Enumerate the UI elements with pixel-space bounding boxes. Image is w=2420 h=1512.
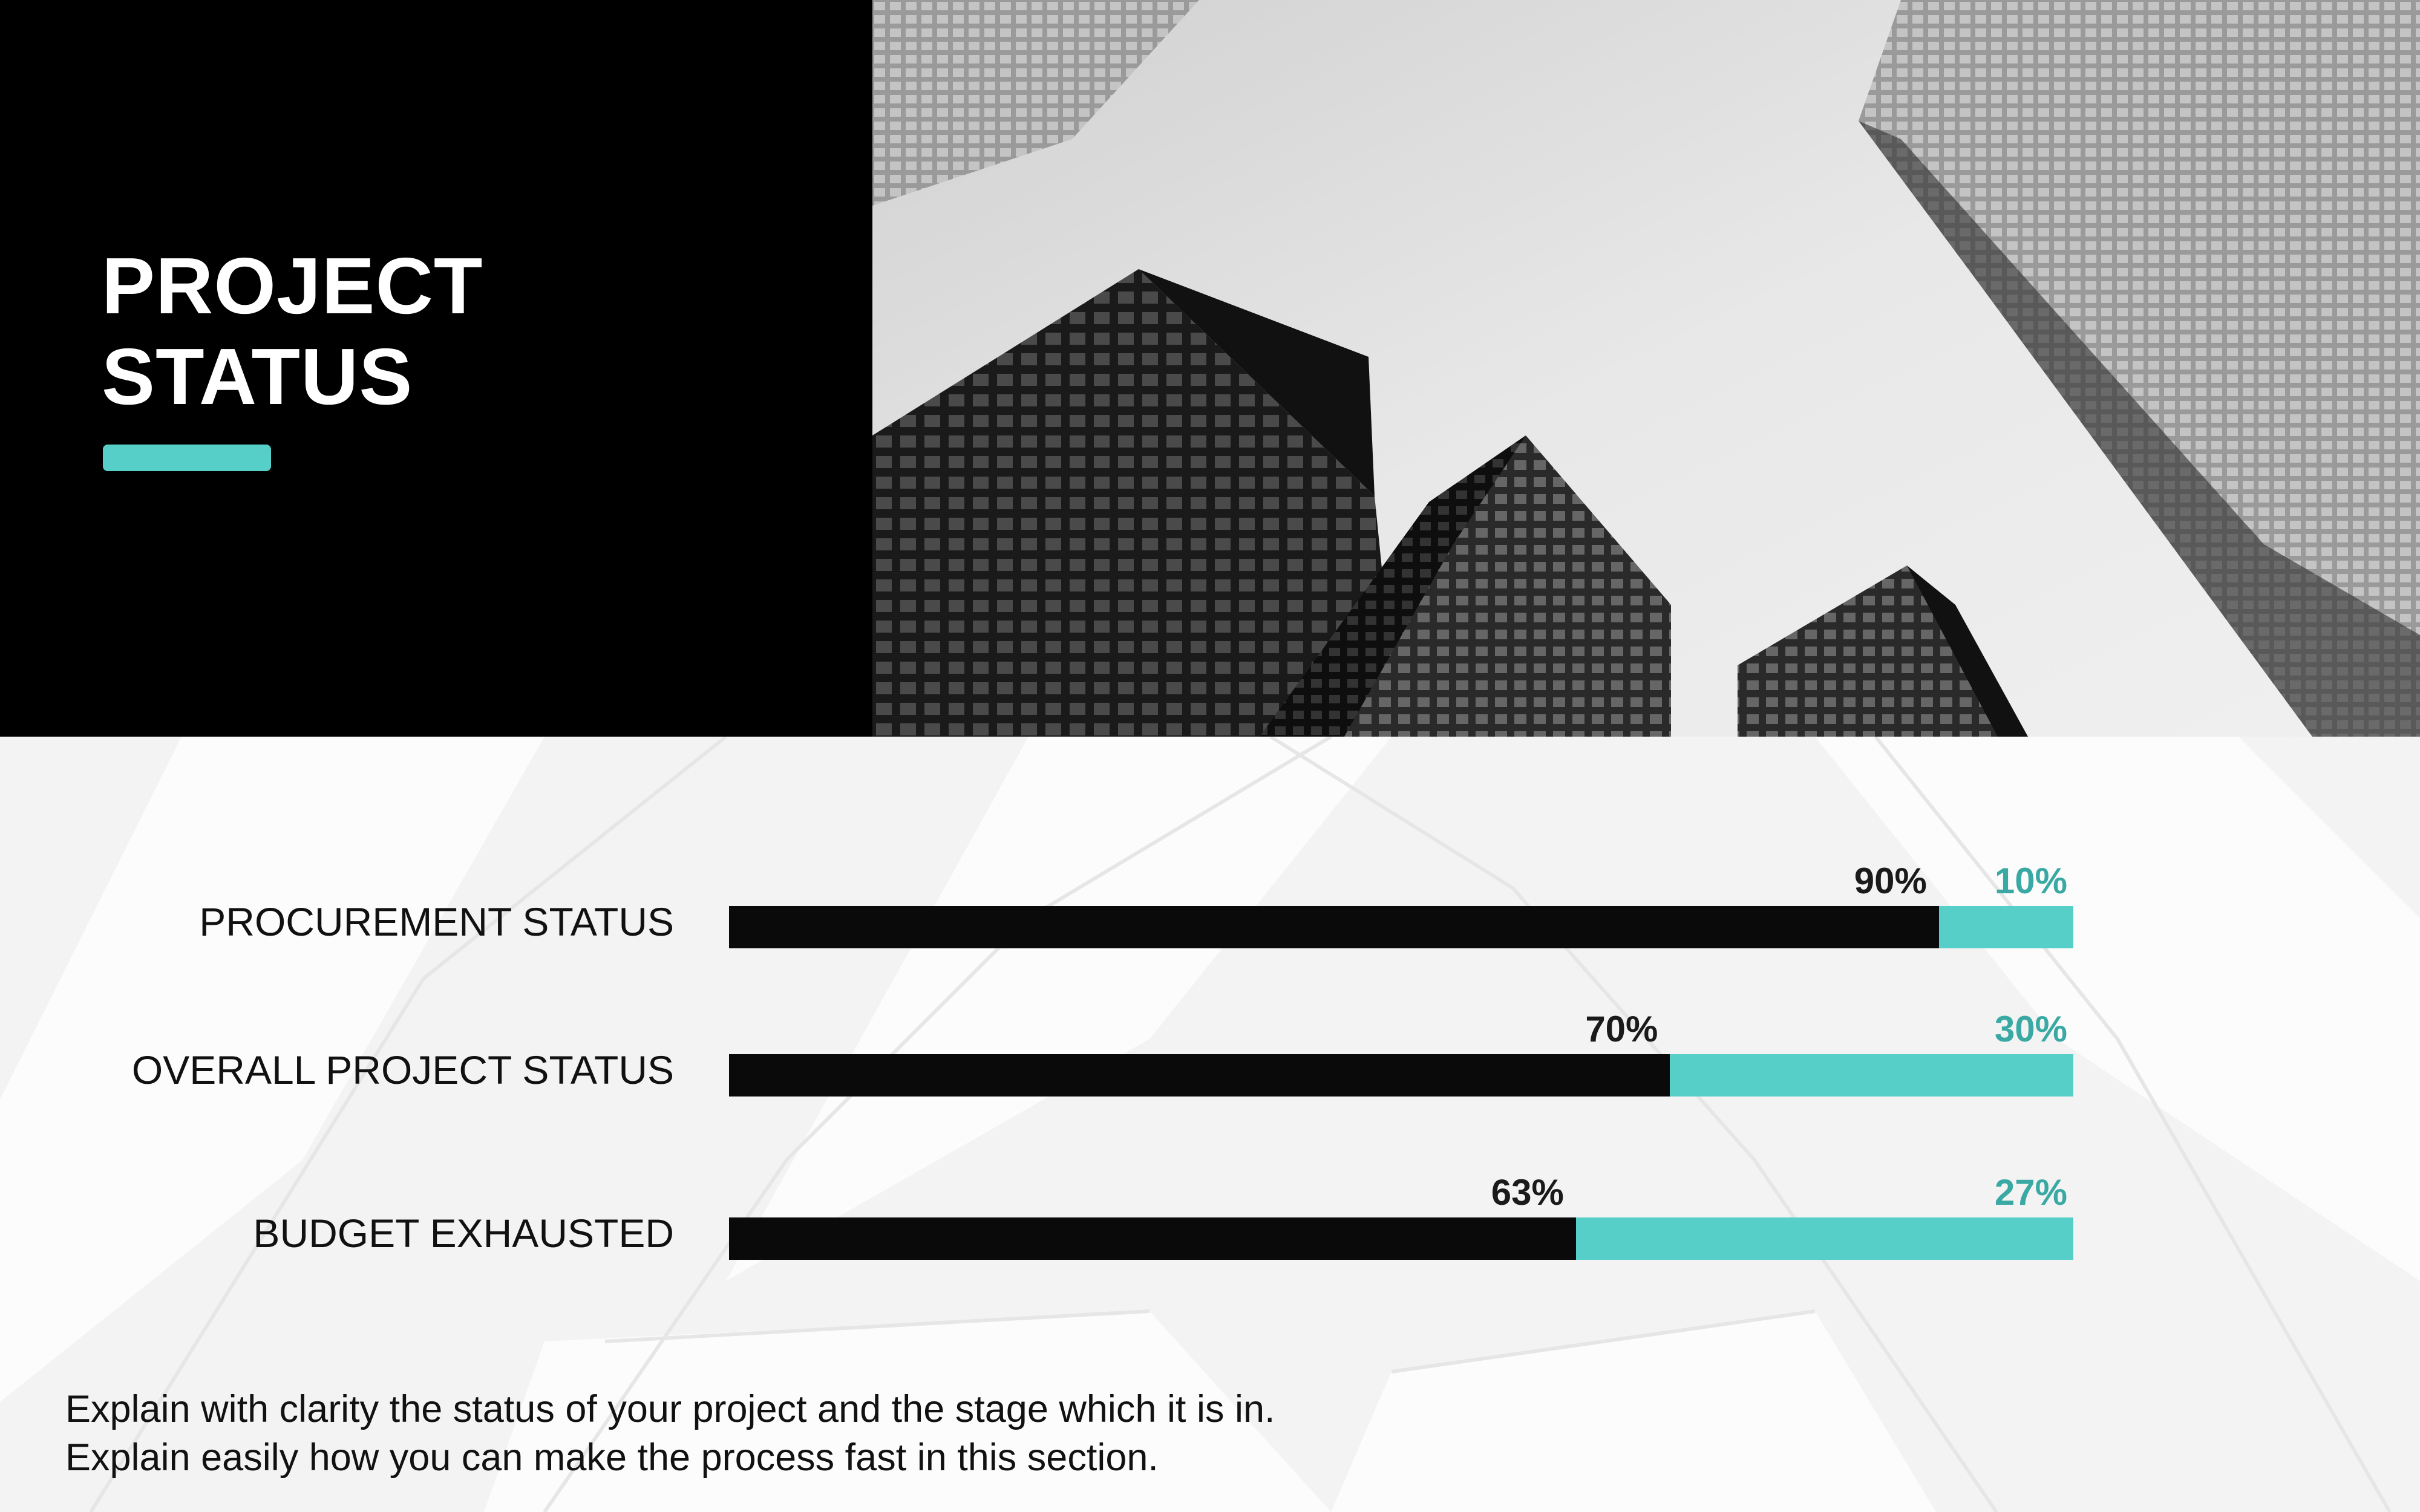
skyscraper-photo bbox=[872, 0, 2420, 737]
title-accent-bar bbox=[103, 445, 271, 471]
page-title: PROJECT STATUS bbox=[102, 241, 828, 422]
bar-segment-remaining bbox=[1670, 1054, 2073, 1097]
bar-segment-completed bbox=[729, 906, 1939, 948]
data-label-completed: 90% bbox=[1854, 861, 1927, 901]
title-panel: PROJECT STATUS bbox=[0, 0, 872, 737]
bar-segment-completed bbox=[729, 1217, 1576, 1260]
row-label: BUDGET EXHAUSTED bbox=[253, 1211, 674, 1256]
slide: PROJECT STATUS PROCUREMENT STATUS 90% 10… bbox=[0, 0, 2420, 1512]
data-label-remaining: 27% bbox=[1994, 1172, 2067, 1213]
data-label-remaining: 30% bbox=[1994, 1009, 2067, 1049]
data-label-completed: 63% bbox=[1491, 1172, 1564, 1213]
bar-segment-remaining bbox=[1575, 1217, 2073, 1260]
row-label: OVERALL PROJECT STATUS bbox=[131, 1048, 674, 1092]
row-label: PROCUREMENT STATUS bbox=[199, 899, 674, 944]
bar-segment-remaining bbox=[1938, 906, 2073, 948]
footer-text: Explain with clarity the status of your … bbox=[65, 1385, 1880, 1482]
bar-segment-completed bbox=[729, 1054, 1670, 1097]
footer-line-1: Explain with clarity the status of your … bbox=[65, 1388, 1275, 1430]
data-label-remaining: 10% bbox=[1994, 861, 2067, 901]
title-line-2: STATUS bbox=[102, 332, 413, 421]
data-label-completed: 70% bbox=[1585, 1009, 1658, 1049]
footer-line-2: Explain easily how you can make the proc… bbox=[65, 1436, 1159, 1479]
title-line-1: PROJECT bbox=[102, 241, 483, 330]
